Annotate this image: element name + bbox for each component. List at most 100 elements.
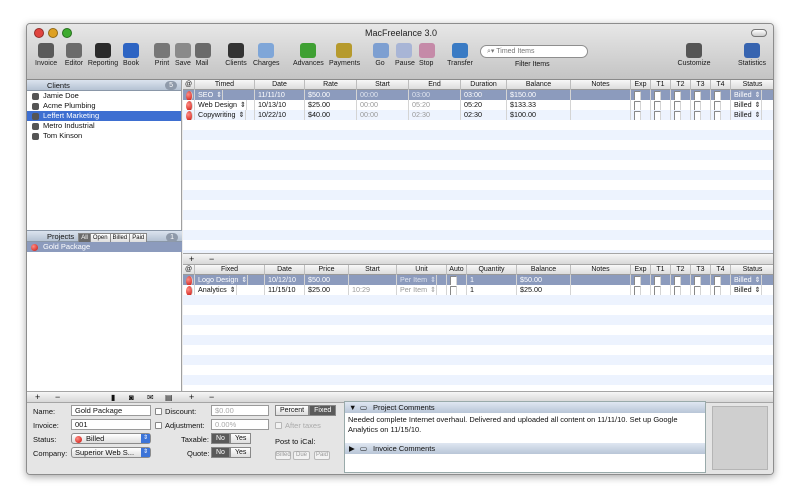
column-header[interactable]: Status — [731, 80, 773, 90]
quantity-cell[interactable]: 1 — [467, 285, 517, 295]
add-project-button[interactable]: + — [35, 392, 40, 403]
checkbox[interactable] — [654, 276, 661, 285]
date-cell[interactable]: 11/15/10 — [265, 285, 305, 295]
column-header[interactable]: Auto — [447, 265, 467, 275]
toolbar-customize-button[interactable]: Customize — [677, 43, 711, 67]
column-header[interactable]: Start — [349, 265, 397, 275]
checkbox[interactable] — [694, 276, 701, 285]
column-header[interactable]: Date — [265, 265, 305, 275]
quantity-cell[interactable]: 1 — [467, 275, 517, 285]
check-cell[interactable] — [631, 110, 651, 120]
check-cell[interactable] — [651, 90, 671, 100]
column-header[interactable]: Unit — [397, 265, 447, 275]
column-header[interactable]: Notes — [571, 265, 631, 275]
column-header[interactable]: Duration — [461, 80, 507, 90]
unit-popup[interactable]: Per Item ⇕ — [397, 285, 447, 295]
checkbox[interactable] — [634, 91, 641, 100]
checkbox[interactable] — [694, 91, 701, 100]
checkbox[interactable] — [634, 111, 641, 120]
chevron-updown-icon[interactable]: ⇕ — [237, 100, 248, 110]
check-cell[interactable] — [671, 275, 691, 285]
toolbar-payments-button[interactable]: Payments — [329, 43, 360, 67]
adjustment-checkbox[interactable] — [155, 422, 162, 429]
notes-cell[interactable] — [571, 100, 631, 110]
check-cell[interactable] — [651, 275, 671, 285]
check-cell[interactable] — [631, 100, 651, 110]
check-cell[interactable] — [631, 275, 651, 285]
start-cell[interactable]: 00:00 — [357, 90, 409, 100]
status-cell[interactable] — [183, 110, 195, 120]
client-item[interactable]: Metro Industrial — [27, 121, 181, 131]
checkbox[interactable] — [714, 111, 721, 120]
toolbar-advances-button[interactable]: Advances — [293, 43, 324, 67]
checkbox[interactable] — [714, 101, 721, 110]
invoice-comments-header[interactable]: ▶ ▭ Invoice Comments — [345, 443, 705, 454]
status-cell[interactable] — [183, 90, 195, 100]
invoice-field[interactable]: 001 — [71, 419, 151, 430]
column-header[interactable]: T3 — [691, 80, 711, 90]
checkbox[interactable] — [654, 111, 661, 120]
status-popup[interactable]: Billed ⇕ — [71, 433, 151, 444]
name-cell[interactable]: Analytics ⇕ — [195, 285, 265, 295]
price-cell[interactable]: $50.00 — [305, 275, 349, 285]
client-item[interactable]: Leffert Marketing — [27, 111, 181, 121]
rate-cell[interactable]: $25.00 — [305, 100, 357, 110]
column-header[interactable]: Status — [731, 265, 773, 275]
name-cell[interactable]: Web Design ⇕ — [195, 100, 255, 110]
checkbox[interactable] — [674, 286, 681, 295]
discount-type-switch[interactable]: Percent Fixed — [275, 405, 337, 416]
check-cell[interactable] — [651, 285, 671, 295]
toolbar-editor-button[interactable]: Editor — [63, 43, 85, 67]
auto-cell[interactable] — [447, 275, 467, 285]
column-header[interactable]: Rate — [305, 80, 357, 90]
check-cell[interactable] — [651, 110, 671, 120]
add-timed-button[interactable]: + — [189, 254, 194, 265]
checkbox[interactable] — [450, 276, 457, 285]
column-header[interactable]: Balance — [507, 80, 571, 90]
checkbox[interactable] — [694, 111, 701, 120]
toolbar-save-button[interactable]: Save — [175, 43, 191, 67]
checkbox[interactable] — [714, 91, 721, 100]
toolbar-toggle-button[interactable] — [751, 29, 767, 37]
chevron-updown-icon[interactable]: ⇕ — [752, 275, 762, 285]
ical-due-button[interactable]: Due — [293, 451, 310, 460]
chevron-updown-icon[interactable]: ⇕ — [752, 110, 762, 120]
status-cell[interactable] — [183, 275, 195, 285]
checkbox[interactable] — [450, 286, 457, 295]
chevron-updown-icon[interactable]: ⇕ — [236, 110, 246, 120]
checkbox[interactable] — [634, 101, 641, 110]
check-cell[interactable] — [711, 110, 731, 120]
check-cell[interactable] — [671, 110, 691, 120]
column-header[interactable]: Price — [305, 265, 349, 275]
clients-header[interactable]: Clients 5 — [27, 80, 181, 91]
client-item[interactable]: Tom Kinson — [27, 131, 181, 141]
table-row[interactable]: Logo Design ⇕ 10/12/10 $50.00 Per Item ⇕ 1 $50.… — [183, 275, 773, 285]
date-cell[interactable]: 11/11/10 — [255, 90, 305, 100]
ical-billed-button[interactable]: Billed — [275, 451, 291, 460]
rate-cell[interactable]: $50.00 — [305, 90, 357, 100]
checkbox[interactable] — [674, 111, 681, 120]
column-header[interactable]: T4 — [711, 80, 731, 90]
toolbar-go-button[interactable]: Go — [373, 43, 389, 67]
column-header[interactable]: T1 — [651, 265, 671, 275]
table-row[interactable]: Web Design ⇕ 10/13/10 $25.00 00:00 05:20 05:20… — [183, 100, 773, 110]
check-cell[interactable] — [711, 100, 731, 110]
end-cell[interactable]: 02:30 — [409, 110, 461, 120]
adjustment-field[interactable]: 0.00% — [211, 419, 269, 430]
notes-cell[interactable] — [571, 90, 631, 100]
check-cell[interactable] — [691, 285, 711, 295]
check-cell[interactable] — [691, 90, 711, 100]
check-cell[interactable] — [631, 285, 651, 295]
check-cell[interactable] — [691, 110, 711, 120]
toolbar-book-button[interactable]: Book — [123, 43, 139, 67]
check-cell[interactable] — [691, 100, 711, 110]
checkbox[interactable] — [714, 286, 721, 295]
print-icon[interactable]: ▤ — [165, 392, 173, 403]
checkbox[interactable] — [654, 91, 661, 100]
checkbox[interactable] — [634, 276, 641, 285]
column-header[interactable]: Date — [255, 80, 305, 90]
status-popup[interactable]: Billed ⇕ — [731, 90, 773, 100]
column-header[interactable]: T2 — [671, 80, 691, 90]
ical-paid-button[interactable]: Paid — [314, 451, 330, 460]
company-popup[interactable]: Superior Web S... ⇕ — [71, 447, 151, 458]
